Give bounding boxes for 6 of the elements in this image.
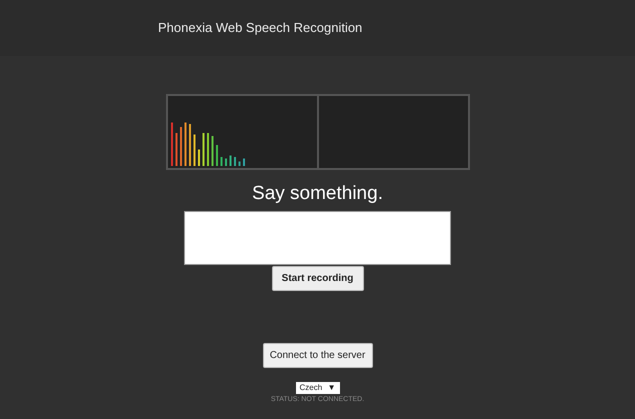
prompt-text: Say something. — [252, 182, 383, 206]
transcript-field[interactable] — [184, 211, 451, 265]
start-recording-button[interactable]: Start recording — [272, 266, 364, 291]
language-select[interactable]: Czech ▼ — [296, 382, 340, 394]
app-title: Phonexia Web Speech Recognition — [158, 19, 362, 38]
connect-button[interactable]: Connect to the server — [262, 343, 372, 368]
